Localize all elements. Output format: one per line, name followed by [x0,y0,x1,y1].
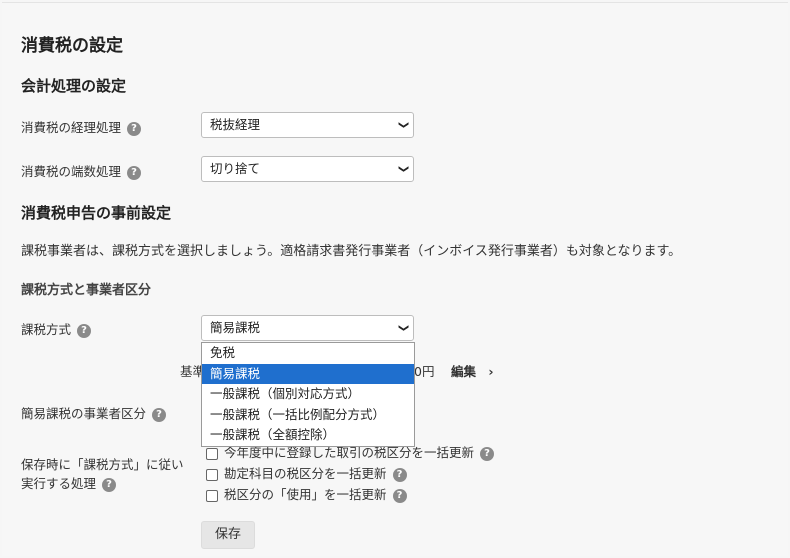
prefiling-description: 課税事業者は、課税方式を選択しましょう。適格請求書発行事業者（インボイス発行事業… [21,244,682,259]
tax-method-dropdown[interactable]: 免税 簡易課税 一般課税（個別対応方式） 一般課税（一括比例配分方式） 一般課税… [201,342,415,447]
section-title-prefiling: 消費税申告の事前設定 [21,204,172,222]
dropdown-option[interactable]: 一般課税（全額控除） [202,425,414,446]
checkbox-row[interactable]: 税区分の「使用」を一括更新? [206,484,494,505]
chevron-down-icon: ❯ [397,120,409,130]
on-save-label: 保存時に「課税方式」に従い 実行する処理? [21,457,184,492]
page-title: 消費税の設定 [21,36,123,56]
tax-accounting-select[interactable]: 税抜経理 ❯ [201,112,414,138]
dropdown-option[interactable]: 免税 [202,343,414,364]
help-icon[interactable]: ? [77,323,92,338]
help-icon[interactable]: ? [127,165,142,180]
checkbox[interactable] [206,468,218,481]
help-icon[interactable]: ? [127,121,142,136]
business-category-label: 簡易課税の事業者区分? [21,403,167,422]
help-icon[interactable]: ? [480,446,495,461]
dropdown-option[interactable]: 一般課税（一括比例配分方式） [202,405,414,426]
checkbox[interactable] [206,489,218,502]
chevron-down-icon: ❯ [397,323,409,333]
tax-method-select[interactable]: 簡易課税 ❯ [201,315,414,341]
rounding-label: 消費税の端数処理? [21,161,142,180]
help-icon[interactable]: ? [392,488,407,503]
help-icon[interactable]: ? [102,477,117,492]
help-icon[interactable]: ? [392,467,407,482]
chevron-down-icon: ❯ [397,164,409,174]
on-save-checkboxes: 今年度中に登録した取引の税区分を一括更新? 勘定科目の税区分を一括更新? 税区分… [206,442,495,505]
save-button[interactable]: 保存 [201,521,255,549]
checkbox-row[interactable]: 勘定科目の税区分を一括更新? [206,463,494,484]
basis-amount: 0円 [414,364,435,379]
tax-method-label: 課税方式? [21,319,92,338]
chevron-right-icon: › [488,364,494,379]
dropdown-option-selected[interactable]: 簡易課税 [202,363,414,384]
tax-accounting-label: 消費税の経理処理? [21,117,142,136]
checkbox[interactable] [206,447,218,460]
help-icon[interactable]: ? [152,407,167,422]
page: 消費税の設定 会計処理の設定 消費税の経理処理? 税抜経理 ❯ 消費税の端数処理… [0,0,790,558]
rounding-select[interactable]: 切り捨て ❯ [201,156,414,182]
dropdown-option[interactable]: 一般課税（個別対応方式） [202,384,414,405]
section-title-accounting: 会計処理の設定 [21,77,127,95]
settings-card: 消費税の設定 会計処理の設定 消費税の経理処理? 税抜経理 ❯ 消費税の端数処理… [2,2,788,556]
tax-method-subheading: 課税方式と事業者区分 [21,283,152,298]
edit-link[interactable]: 編集 › [451,361,494,380]
